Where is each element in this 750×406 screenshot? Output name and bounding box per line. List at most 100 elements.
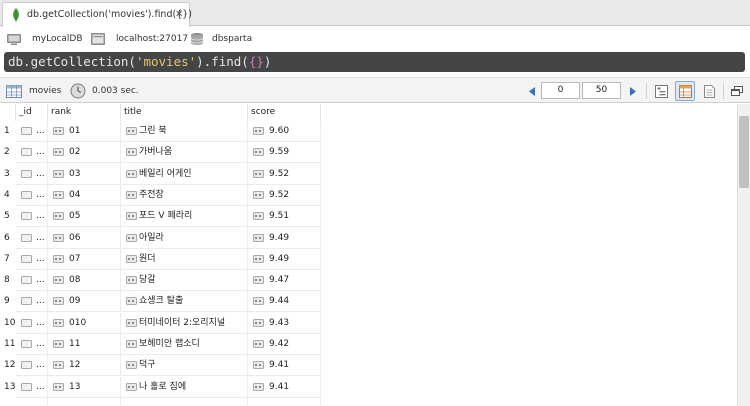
prev-page-button[interactable] xyxy=(522,81,542,101)
tree-view-button[interactable] xyxy=(651,81,671,101)
column-header-rank[interactable]: rank xyxy=(48,104,121,121)
title-cell[interactable]: 그린 북 xyxy=(121,121,248,142)
table-row-partial[interactable] xyxy=(0,397,737,406)
id-value: ... xyxy=(36,275,45,286)
query-text[interactable]: db.getCollection('movies').find({}) xyxy=(8,54,271,69)
close-tab-icon[interactable]: ✕ xyxy=(175,9,183,20)
text-view-button[interactable] xyxy=(699,81,719,101)
score-value: 9.43 xyxy=(269,317,290,328)
rank-cell[interactable]: 07 xyxy=(48,248,121,270)
title-cell[interactable]: 나 홀로 집에 xyxy=(121,376,248,398)
title-cell[interactable]: 아일라 xyxy=(121,227,248,249)
id-cell[interactable]: ... xyxy=(16,206,48,228)
table-row[interactable]: 6... 06 아일라 9.49 xyxy=(0,227,737,249)
table-row[interactable]: 1... 01 그린 북 9.60 xyxy=(0,121,737,142)
table-row[interactable]: 4... 04 주전장 9.52 xyxy=(0,184,737,206)
rank-cell[interactable]: 13 xyxy=(48,376,121,398)
results-grid: _id rank title score 1... 01 그린 북 9.60 2... 0… xyxy=(0,104,737,406)
title-cell[interactable]: 베일리 어게인 xyxy=(121,163,248,185)
id-cell[interactable] xyxy=(16,397,48,406)
rank-cell[interactable]: 010 xyxy=(48,312,121,334)
id-cell[interactable]: ... xyxy=(16,334,48,355)
score-cell[interactable]: 9.43 xyxy=(248,312,321,334)
id-cell[interactable]: ... xyxy=(16,291,48,313)
table-row[interactable]: 10... 010 터미네이터 2:오리지널 9.43 xyxy=(0,312,737,334)
table-row[interactable]: 12... 12 덕구 9.41 xyxy=(0,355,737,377)
row-number: 12 xyxy=(4,360,16,371)
rank-cell[interactable]: 08 xyxy=(48,270,121,292)
rank-cell[interactable]: 12 xyxy=(48,355,121,377)
title-cell[interactable]: 주전장 xyxy=(121,184,248,206)
table-row[interactable]: 11... 11 보헤미안 랩소디 9.42 xyxy=(0,334,737,355)
id-cell[interactable]: ... xyxy=(16,270,48,292)
rank-cell[interactable]: 09 xyxy=(48,291,121,313)
id-cell[interactable]: ... xyxy=(16,121,48,142)
string-type-icon xyxy=(53,318,64,327)
rank-cell[interactable] xyxy=(48,397,121,406)
table-row[interactable]: 3... 03 베일리 어게인 9.52 xyxy=(0,163,737,185)
title-cell[interactable]: 포드 V 페라리 xyxy=(121,206,248,228)
score-cell[interactable]: 9.52 xyxy=(248,184,321,206)
query-tab[interactable]: db.getCollection('movies').find({}) ✕ xyxy=(2,2,192,27)
title-cell[interactable]: 보헤미안 랩소디 xyxy=(121,334,248,355)
score-cell[interactable]: 9.44 xyxy=(248,291,321,313)
table-view-button[interactable] xyxy=(675,81,695,101)
score-cell[interactable]: 9.52 xyxy=(248,163,321,185)
rank-cell[interactable]: 02 xyxy=(48,142,121,164)
score-cell[interactable]: 9.41 xyxy=(248,355,321,377)
score-cell[interactable]: 9.60 xyxy=(248,121,321,142)
table-row[interactable]: 7... 07 원더 9.49 xyxy=(0,248,737,270)
arrow-right-icon xyxy=(629,86,636,96)
score-cell[interactable] xyxy=(248,397,321,406)
id-cell[interactable]: ... xyxy=(16,227,48,249)
id-cell[interactable]: ... xyxy=(16,142,48,164)
maximize-button[interactable] xyxy=(727,81,747,101)
limit-input[interactable]: 50 xyxy=(582,82,621,99)
rank-cell[interactable]: 03 xyxy=(48,163,121,185)
table-row[interactable]: 5... 05 포드 V 페라리 9.51 xyxy=(0,206,737,228)
id-cell[interactable]: ... xyxy=(16,355,48,377)
title-cell[interactable]: 원더 xyxy=(121,248,248,270)
id-cell[interactable]: ... xyxy=(16,163,48,185)
column-header-id[interactable]: _id xyxy=(16,104,48,121)
title-cell[interactable]: 터미네이터 2:오리지널 xyxy=(121,312,248,334)
next-page-button[interactable] xyxy=(622,81,642,101)
title-cell[interactable]: 당갈 xyxy=(121,270,248,292)
score-cell[interactable]: 9.49 xyxy=(248,248,321,270)
row-number: 11 xyxy=(4,339,16,349)
score-cell[interactable]: 9.51 xyxy=(248,206,321,228)
table-row[interactable]: 13... 13 나 홀로 집에 9.41 xyxy=(0,376,737,398)
column-header-title[interactable]: title xyxy=(121,104,248,121)
title-cell[interactable]: 쇼생크 탈출 xyxy=(121,291,248,313)
skip-input[interactable]: 0 xyxy=(541,82,580,99)
object-id-icon xyxy=(21,127,32,135)
id-cell[interactable]: ... xyxy=(16,376,48,398)
table-row[interactable]: 9... 09 쇼생크 탈출 9.44 xyxy=(0,291,737,313)
rank-cell[interactable]: 11 xyxy=(48,334,121,355)
score-cell[interactable]: 9.47 xyxy=(248,270,321,292)
rank-cell[interactable]: 01 xyxy=(48,121,121,142)
score-cell[interactable]: 9.59 xyxy=(248,142,321,164)
rank-value: 12 xyxy=(69,360,81,371)
query-editor[interactable]: db.getCollection('movies').find({}) xyxy=(4,52,745,72)
rank-cell[interactable]: 05 xyxy=(48,206,121,228)
number-type-icon xyxy=(253,361,264,370)
id-cell[interactable]: ... xyxy=(16,248,48,270)
string-type-icon xyxy=(126,148,137,157)
rank-cell[interactable]: 06 xyxy=(48,227,121,249)
rank-cell[interactable]: 04 xyxy=(48,184,121,206)
vertical-scrollbar[interactable] xyxy=(737,104,750,406)
score-cell[interactable]: 9.49 xyxy=(248,227,321,249)
table-row[interactable]: 2... 02 가버나움 9.59 xyxy=(0,142,737,164)
id-cell[interactable]: ... xyxy=(16,184,48,206)
scrollbar-thumb[interactable] xyxy=(739,116,749,188)
score-cell[interactable]: 9.41 xyxy=(248,376,321,398)
title-cell[interactable]: 덕구 xyxy=(121,355,248,377)
score-cell[interactable]: 9.42 xyxy=(248,334,321,355)
table-row[interactable]: 8... 08 당갈 9.47 xyxy=(0,270,737,292)
id-value: ... xyxy=(36,253,45,264)
title-cell[interactable] xyxy=(121,397,248,406)
id-cell[interactable]: ... xyxy=(16,312,48,334)
column-header-score[interactable]: score xyxy=(248,104,321,121)
title-cell[interactable]: 가버나움 xyxy=(121,142,248,164)
